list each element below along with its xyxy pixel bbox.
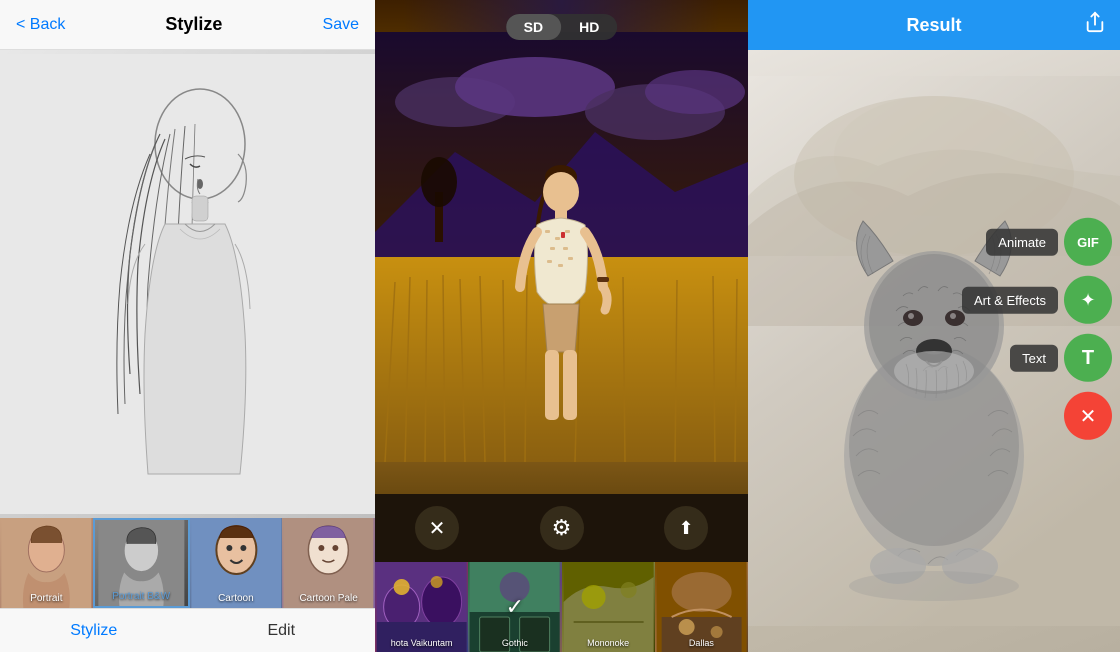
share-result-button[interactable] [1084, 11, 1106, 39]
filter-gothic[interactable]: ✓ Gothic [468, 562, 561, 652]
text-button[interactable]: T [1064, 334, 1112, 382]
quality-sd-button[interactable]: SD [506, 14, 561, 40]
filter-vaikuntam[interactable]: hota Vaikuntam [375, 562, 468, 652]
art-image [375, 0, 748, 494]
animate-button[interactable]: GIF [1064, 218, 1112, 266]
gif-icon: GIF [1077, 234, 1099, 249]
thumb-cartoon-pale-label: Cartoon Pale [299, 593, 357, 604]
filter-gothic-label: Gothic [502, 638, 528, 648]
sparkle-icon: ✦ [1080, 289, 1095, 310]
panel2-controls: ✕ ⚙ ⬆ [375, 494, 748, 562]
animate-label: Animate [986, 228, 1058, 255]
save-button[interactable]: Save [323, 16, 359, 34]
thumb-portrait-bw[interactable]: Portrait B&W [93, 518, 190, 608]
thumb-cartoon-label: Cartoon [218, 593, 254, 604]
thumb-portrait[interactable]: Portrait [0, 518, 93, 608]
filter-dallas[interactable]: Dallas [655, 562, 748, 652]
sketch-image [0, 50, 375, 518]
settings-button[interactable]: ⚙ [540, 506, 584, 550]
close-row: ✕ [1064, 392, 1120, 440]
thumb-cartoon-pale[interactable]: Cartoon Pale [282, 518, 375, 608]
share-icon [1084, 11, 1106, 33]
panel-filter: SD HD [375, 0, 748, 652]
filter-strip: hota Vaikuntam ✓ Gothic [375, 562, 748, 652]
panel-stylize: < Back Stylize Save [0, 0, 375, 652]
panel1-header: < Back Stylize Save [0, 0, 375, 50]
panel1-thumbnails: Portrait Portrait B&W Cartoon [0, 518, 375, 608]
filter-dallas-label: Dallas [689, 638, 714, 648]
panel1-title: Stylize [165, 14, 222, 35]
close-result-button[interactable]: ✕ [1064, 392, 1112, 440]
thumb-cartoon[interactable]: Cartoon [190, 518, 283, 608]
back-button[interactable]: < Back [16, 16, 65, 34]
art-effects-button[interactable]: ✦ [1064, 276, 1112, 324]
panel2-main-image [375, 0, 748, 494]
filter-vaikuntam-label: hota Vaikuntam [391, 638, 453, 648]
side-action-buttons: Animate GIF Art & Effects ✦ Text T ✕ [962, 218, 1120, 440]
thumb-portrait-label: Portrait [30, 593, 62, 604]
thumb-portrait-bw-label: Portrait B&W [112, 591, 170, 602]
panel3-header: Result [748, 0, 1120, 50]
text-row: Text T [1010, 334, 1120, 382]
panel3-title: Result [906, 15, 961, 36]
art-effects-label: Art & Effects [962, 286, 1058, 313]
text-icon: T [1082, 346, 1094, 369]
quality-hd-button[interactable]: HD [561, 14, 617, 40]
panel3-dog-image: Animate GIF Art & Effects ✦ Text T ✕ [748, 50, 1120, 652]
animate-row: Animate GIF [986, 218, 1120, 266]
panel1-main-image [0, 50, 375, 518]
panel-result: Result [748, 0, 1120, 652]
filter-gothic-check: ✓ [506, 594, 524, 620]
panel1-bottom-tabs: Stylize Edit [0, 608, 375, 652]
tab-edit[interactable]: Edit [188, 609, 376, 652]
quality-selector: SD HD [506, 14, 618, 40]
close-button[interactable]: ✕ [415, 506, 459, 550]
art-effects-row: Art & Effects ✦ [962, 276, 1120, 324]
share-button[interactable]: ⬆ [664, 506, 708, 550]
filter-mononoke-label: Mononoke [587, 638, 629, 648]
filter-mononoke[interactable]: Mononoke [562, 562, 655, 652]
tab-stylize[interactable]: Stylize [0, 609, 188, 652]
close-icon: ✕ [1080, 403, 1097, 428]
text-label: Text [1010, 344, 1058, 371]
